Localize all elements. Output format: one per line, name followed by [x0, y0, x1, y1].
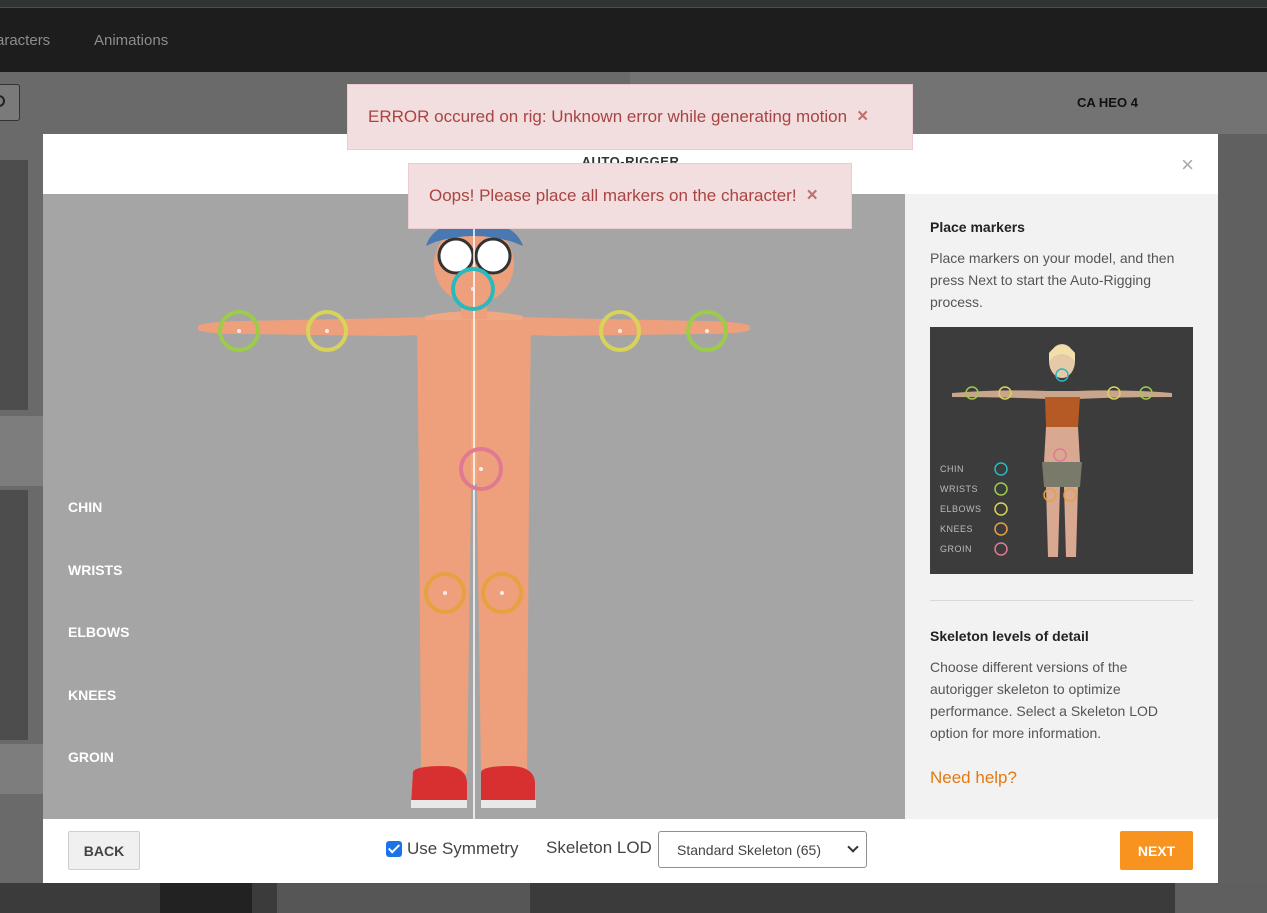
left-leg	[417, 320, 471, 774]
skeleton-lod-value: Standard Skeleton (65)	[677, 842, 821, 858]
legend-knees: KNEES	[68, 687, 117, 703]
skeleton-lod-heading: Skeleton levels of detail	[930, 628, 1089, 644]
character-title: CA HEO 4	[1077, 95, 1138, 110]
right-shoe-sole	[481, 800, 536, 808]
legend-elbows: ELBOWS	[68, 624, 130, 640]
place-markers-text: Place markers on your model, and then pr…	[930, 250, 1175, 310]
modal-footer: BACK Use Symmetry Skeleton LOD Standard …	[43, 819, 1218, 883]
auto-rigger-modal: AUTO-RIGGER × CHIN WRISTS ELBOWS KNEES G…	[43, 134, 1218, 883]
ref-legend-knees: KNEES	[940, 524, 974, 534]
warning-toast: Oops! Please place all markers on the ch…	[408, 163, 852, 229]
nav-tab-characters[interactable]: aracters	[0, 32, 50, 49]
instructions-panel: Place markers Place markers on your mode…	[905, 194, 1218, 819]
close-icon[interactable]: ×	[807, 185, 818, 207]
character-model	[198, 194, 750, 819]
left-shoe-sole	[411, 800, 467, 808]
use-symmetry-toggle[interactable]: Use Symmetry	[386, 839, 518, 859]
place-markers-heading: Place markers	[930, 219, 1025, 235]
legend-chin: CHIN	[68, 499, 103, 515]
symmetry-label: Use Symmetry	[407, 839, 519, 858]
rig-viewport[interactable]: CHIN WRISTS ELBOWS KNEES GROIN	[43, 194, 905, 819]
legend-wrists: WRISTS	[68, 562, 123, 578]
reference-figure	[952, 344, 1172, 557]
close-icon[interactable]: ×	[1181, 154, 1194, 176]
error-toast-message: ERROR occured on rig: Unknown error whil…	[368, 107, 848, 126]
reference-image: CHIN WRISTS ELBOWS KNEES GROIN	[930, 327, 1193, 574]
skeleton-lod-label: Skeleton LOD	[546, 838, 652, 857]
skeleton-lod-text: Choose different versions of the autorig…	[930, 659, 1159, 741]
right-glasses-lens	[474, 237, 512, 275]
background-search-button[interactable]	[0, 84, 20, 121]
next-button[interactable]: NEXT	[1120, 831, 1193, 870]
background-thumbnail	[277, 883, 530, 913]
ref-legend-chin: CHIN	[940, 464, 964, 474]
background-region	[1175, 883, 1267, 913]
background-thumbnail-label	[0, 744, 43, 794]
background-thumbnail	[0, 490, 28, 740]
back-button[interactable]: BACK	[68, 831, 140, 870]
background-thumbnail-label	[0, 416, 43, 486]
search-icon	[0, 95, 5, 107]
skeleton-lod-select[interactable]: Standard Skeleton (65)	[658, 831, 867, 868]
legend-groin: GROIN	[68, 749, 114, 765]
need-help-link[interactable]: Need help?	[930, 768, 1017, 788]
background-bottom-strip	[0, 883, 1267, 913]
ref-legend-wrists: WRISTS	[940, 484, 978, 494]
panel-divider	[930, 600, 1193, 601]
top-strip	[0, 0, 1267, 8]
right-leg	[477, 320, 531, 774]
background-thumbnail	[0, 160, 28, 410]
ref-legend-elbows: ELBOWS	[940, 504, 982, 514]
symmetry-checkbox[interactable]	[386, 841, 402, 857]
nav-tab-animations[interactable]: Animations	[94, 32, 168, 49]
close-icon[interactable]: ×	[857, 106, 868, 128]
app-navbar: aracters Animations	[0, 8, 1267, 72]
chevron-down-icon	[847, 841, 859, 853]
error-toast: ERROR occured on rig: Unknown error whil…	[347, 84, 913, 150]
ref-legend-groin: GROIN	[940, 544, 973, 554]
background-thumbnail	[160, 883, 252, 913]
warning-toast-message: Oops! Please place all markers on the ch…	[429, 186, 797, 205]
